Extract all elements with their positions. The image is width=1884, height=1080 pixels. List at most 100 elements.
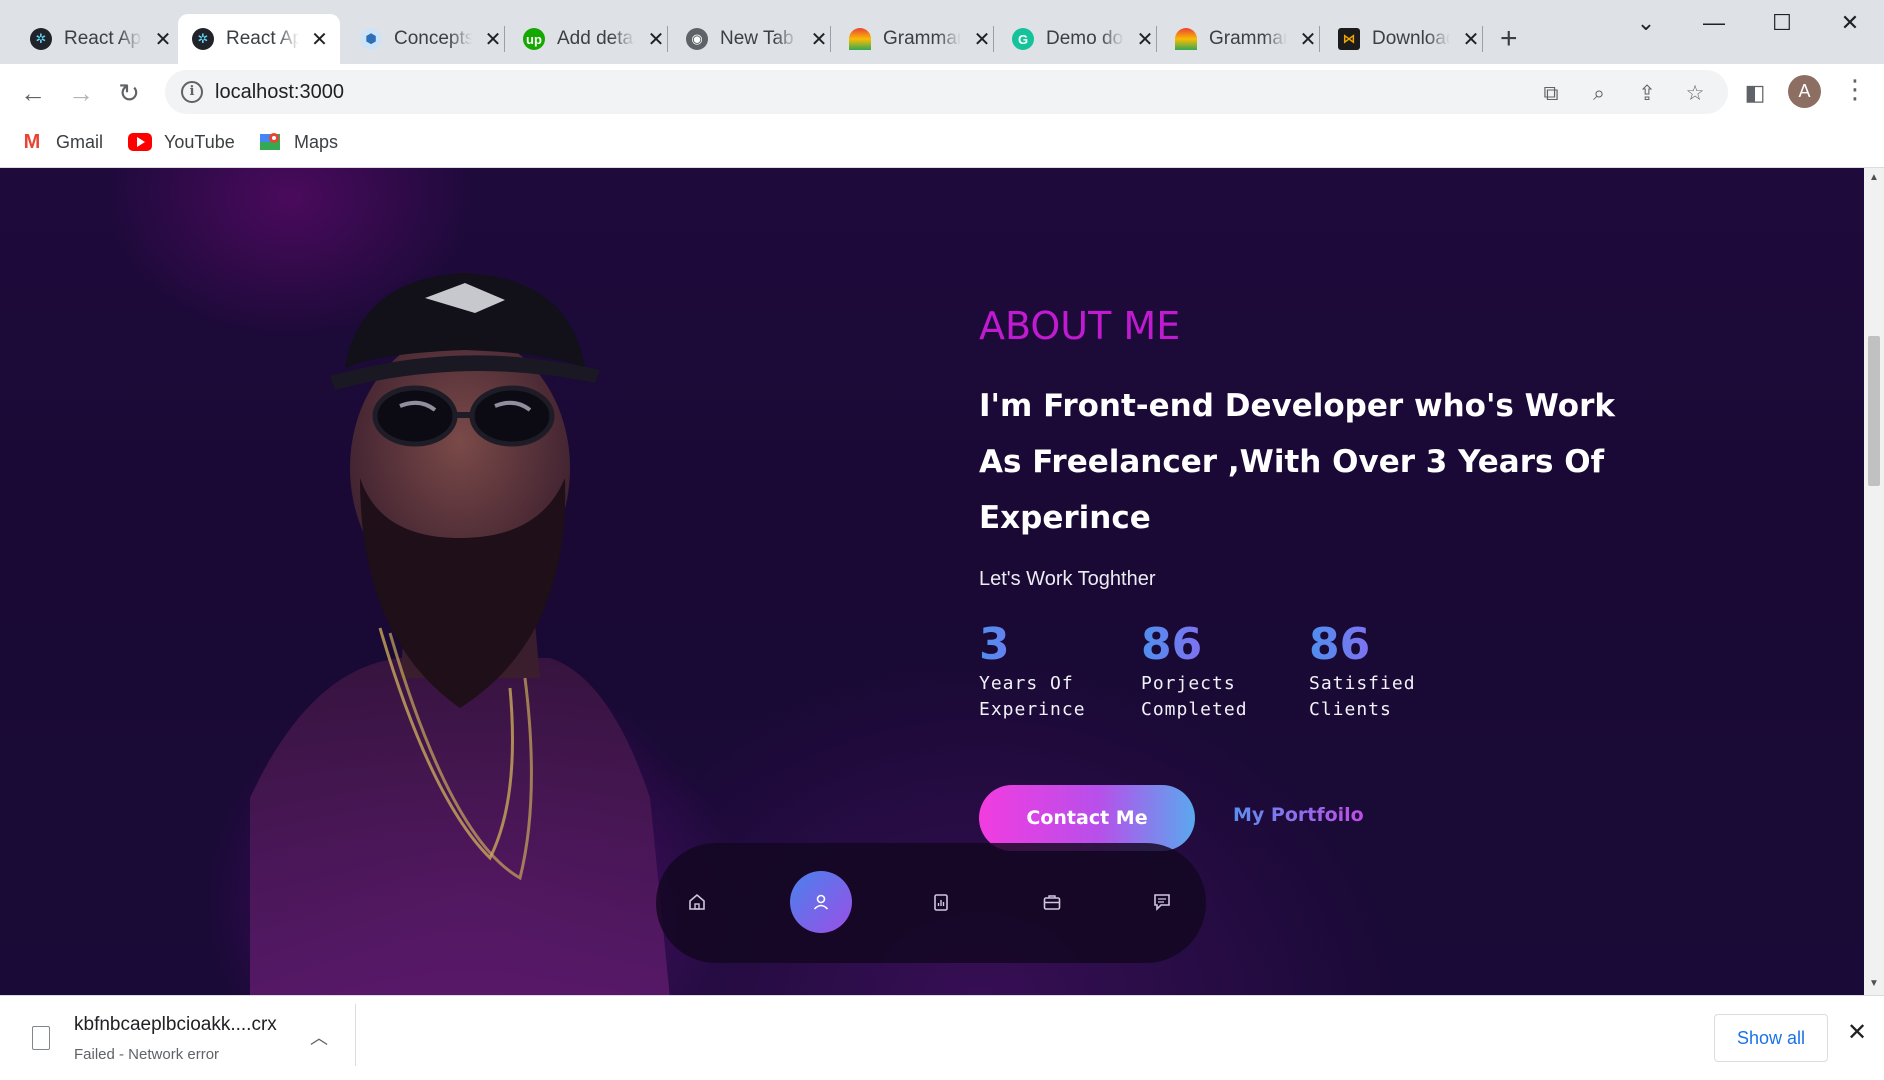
bookmark-star-icon[interactable]: ☆ bbox=[1683, 82, 1707, 106]
cube-icon: ⬢ bbox=[360, 28, 382, 50]
stat-years-experience: 3 Years Of Experince bbox=[979, 620, 1086, 722]
tab-download[interactable]: ⋈ Download ✕ bbox=[1324, 14, 1492, 64]
close-icon[interactable]: ✕ bbox=[1299, 27, 1317, 52]
page-viewport: ABOUT ME I'm Front-end Developer who's W… bbox=[0, 168, 1864, 995]
chevron-up-icon[interactable]: ︿ bbox=[310, 1024, 328, 1050]
tab-title: Grammarly bbox=[883, 28, 961, 49]
stat-projects-completed: 86 Porjects Completed bbox=[1141, 620, 1248, 722]
tab-search-icon[interactable]: ⌄ bbox=[1616, 10, 1676, 40]
browser-toolbar: ← → ↻ i localhost:3000 ⧉ ⌕ ⇪ ☆ ◧ A ⋮ bbox=[0, 64, 1884, 120]
close-icon[interactable]: ✕ bbox=[810, 27, 828, 52]
grammarly-icon: G bbox=[1012, 28, 1034, 50]
close-icon[interactable]: ✕ bbox=[1462, 27, 1480, 52]
download-file-name[interactable]: kbfnbcaeplbcioakk....crx bbox=[74, 1014, 277, 1036]
forward-button[interactable]: → bbox=[64, 76, 98, 110]
youtube-icon bbox=[128, 130, 152, 154]
my-portfolio-link[interactable]: My Portfoilo bbox=[1233, 804, 1364, 826]
profile-photo bbox=[250, 238, 670, 995]
tab-title: Grammarly bbox=[1209, 28, 1287, 49]
tab-grammarly-1[interactable]: Grammarly ✕ bbox=[835, 14, 1003, 64]
stat-label-line2: Clients bbox=[1309, 699, 1392, 720]
stat-label-line2: Experince bbox=[979, 699, 1086, 720]
chrome-icon: ◉ bbox=[686, 28, 708, 50]
info-icon[interactable]: i bbox=[181, 81, 203, 103]
bookmark-youtube[interactable]: YouTube bbox=[128, 130, 235, 154]
scroll-down-arrow[interactable]: ▼ bbox=[1868, 978, 1880, 989]
tab-separator bbox=[830, 26, 831, 52]
message-icon[interactable] bbox=[1131, 871, 1193, 933]
tab-title: Demo doc bbox=[1046, 28, 1124, 49]
page-headline: I'm Front-end Developer who's Work As Fr… bbox=[979, 388, 1615, 536]
stat-value: 3 bbox=[979, 620, 1086, 670]
back-button[interactable]: ← bbox=[16, 76, 50, 110]
tab-title: React App bbox=[64, 28, 142, 49]
tab-concepts[interactable]: ⬢ Concepts ✕ bbox=[346, 14, 514, 64]
tagline: Let's Work Toghther bbox=[979, 568, 1156, 590]
close-icon[interactable]: ✕ bbox=[1136, 27, 1154, 52]
tab-demo-doc[interactable]: G Demo doc ✕ bbox=[998, 14, 1166, 64]
tab-title: React App bbox=[226, 28, 300, 49]
minimize-button[interactable]: — bbox=[1684, 10, 1744, 40]
react-icon: ✲ bbox=[192, 28, 214, 50]
close-icon[interactable]: ✕ bbox=[647, 27, 665, 52]
bookmark-label: Gmail bbox=[56, 131, 104, 152]
tab-react-app-1[interactable]: ✲ React App ✕ bbox=[16, 14, 184, 64]
scrollbar-thumb[interactable] bbox=[1868, 336, 1880, 486]
file-icon bbox=[32, 1026, 50, 1050]
close-icon[interactable]: ✕ bbox=[154, 27, 172, 52]
new-tab-button[interactable]: + bbox=[1500, 24, 1518, 54]
user-icon[interactable] bbox=[790, 871, 852, 933]
show-all-button[interactable]: Show all bbox=[1714, 1014, 1828, 1062]
tab-separator bbox=[667, 26, 668, 52]
tab-add-details[interactable]: up Add details ✕ bbox=[509, 14, 677, 64]
download-shelf: kbfnbcaeplbcioakk....crx Failed - Networ… bbox=[0, 995, 1884, 1080]
briefcase-icon[interactable] bbox=[1021, 871, 1083, 933]
maps-icon bbox=[258, 130, 282, 154]
bookmark-maps[interactable]: Maps bbox=[258, 130, 338, 154]
tab-strip: ✲ React App ✕ ✲ React App ✕ ⬢ Concepts ✕… bbox=[0, 0, 1884, 64]
share-icon[interactable]: ⇪ bbox=[1635, 82, 1659, 106]
download-status: Failed - Network error bbox=[74, 1046, 220, 1063]
close-icon[interactable]: ✕ bbox=[311, 27, 328, 52]
open-in-app-icon[interactable]: ⧉ bbox=[1539, 82, 1563, 106]
scroll-up-arrow[interactable]: ▲ bbox=[1868, 172, 1880, 183]
reload-button[interactable]: ↻ bbox=[112, 76, 146, 110]
page-scrollbar[interactable]: ▲ ▼ bbox=[1864, 168, 1884, 995]
skills-icon[interactable] bbox=[910, 871, 972, 933]
rainbow-icon bbox=[849, 28, 871, 50]
react-icon: ✲ bbox=[30, 28, 52, 50]
stat-label-line1: Porjects bbox=[1141, 673, 1236, 694]
side-panel-icon[interactable]: ◧ bbox=[1738, 76, 1772, 110]
close-icon[interactable]: ✕ bbox=[973, 27, 991, 52]
avatar[interactable]: A bbox=[1788, 75, 1821, 108]
stat-label-line1: Years Of bbox=[979, 673, 1074, 694]
bookmark-gmail[interactable]: M Gmail bbox=[20, 130, 103, 154]
maximize-button[interactable]: ☐ bbox=[1752, 10, 1812, 40]
tab-title: Concepts bbox=[394, 28, 472, 49]
tab-grammarly-2[interactable]: Grammarly ✕ bbox=[1161, 14, 1329, 64]
more-menu-icon[interactable]: ⋮ bbox=[1842, 74, 1868, 105]
stat-label-line1: Satisfied bbox=[1309, 673, 1416, 694]
stat-value: 86 bbox=[1309, 620, 1416, 670]
gmail-icon: M bbox=[23, 130, 41, 153]
download-site-icon: ⋈ bbox=[1338, 28, 1360, 50]
divider bbox=[355, 1004, 356, 1066]
close-icon[interactable]: ✕ bbox=[1847, 1018, 1867, 1047]
url-text[interactable]: localhost:3000 bbox=[215, 81, 344, 104]
stat-value: 86 bbox=[1141, 620, 1248, 670]
tab-react-app-2[interactable]: ✲ React App ✕ bbox=[178, 14, 340, 64]
stat-label-line2: Completed bbox=[1141, 699, 1248, 720]
close-icon[interactable]: ✕ bbox=[484, 27, 502, 52]
close-window-button[interactable]: ✕ bbox=[1820, 10, 1880, 40]
contact-me-button[interactable]: Contact Me bbox=[979, 785, 1195, 851]
home-icon[interactable] bbox=[666, 871, 728, 933]
address-bar[interactable]: i localhost:3000 ⧉ ⌕ ⇪ ☆ bbox=[165, 70, 1728, 114]
upwork-icon: up bbox=[523, 28, 545, 50]
tab-separator bbox=[1156, 26, 1157, 52]
tab-separator bbox=[504, 26, 505, 52]
zoom-icon[interactable]: ⌕ bbox=[1587, 82, 1611, 106]
tab-new-tab[interactable]: ◉ New Tab ✕ bbox=[672, 14, 840, 64]
bookmark-label: YouTube bbox=[164, 131, 235, 152]
bottom-nav bbox=[656, 843, 1206, 963]
tab-separator bbox=[1482, 26, 1483, 52]
